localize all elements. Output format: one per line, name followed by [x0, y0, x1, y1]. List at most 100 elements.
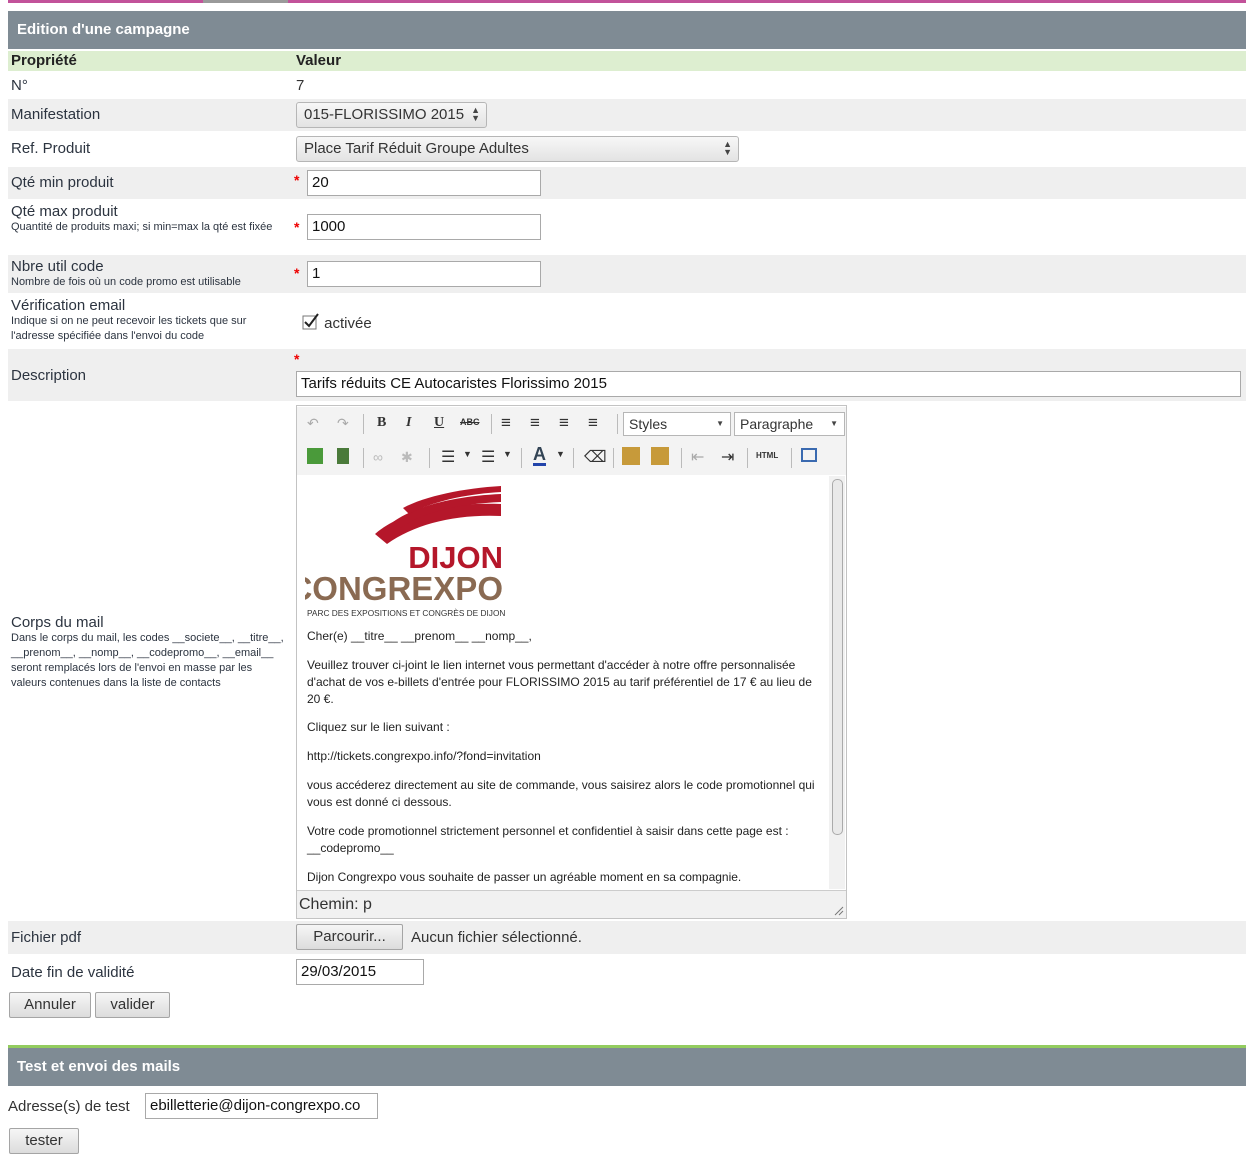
redo-icon[interactable]: ↷	[337, 415, 349, 432]
select-arrows-icon: ▲ ▼	[723, 139, 732, 157]
ref-product-select-value: Place Tarif Réduit Groupe Adultes	[304, 140, 529, 157]
row-qty-min: Qté min produit * 20	[8, 167, 1246, 199]
qty-min-label: Qté min produit	[11, 174, 114, 191]
checkbox-checked-icon	[302, 313, 319, 330]
row-number: N° 7	[8, 73, 1246, 99]
required-marker: *	[294, 219, 300, 235]
mail-paragraph: Votre code promotionnel strictement pers…	[307, 824, 789, 855]
test-address-label: Adresse(s) de test	[8, 1098, 130, 1115]
pdf-label: Fichier pdf	[11, 929, 82, 946]
description-input[interactable]: Tarifs réduits CE Autocaristes Florissim…	[296, 371, 1241, 397]
chevron-down-icon[interactable]: ▼	[556, 449, 565, 459]
link-icon[interactable]: ∞	[373, 449, 383, 465]
outdent-icon[interactable]: ⇤	[691, 447, 704, 467]
text-color-icon[interactable]: A	[533, 445, 546, 466]
cancel-button[interactable]: Annuler	[9, 992, 91, 1018]
scrollbar-thumb[interactable]	[832, 479, 843, 835]
email-verif-help: Indique si on ne peut recevoir les ticke…	[11, 315, 247, 342]
numbered-list-icon[interactable]: ☰	[481, 447, 495, 467]
browse-button[interactable]: Parcourir...	[296, 924, 403, 950]
editor-content[interactable]: DIJON CONGREXPO PARC DES EXPOSITIONS ET …	[297, 476, 828, 889]
align-left-icon[interactable]: ≡	[501, 413, 511, 433]
strikethrough-icon[interactable]: ABC	[460, 417, 480, 427]
chevron-down-icon[interactable]: ▼	[463, 449, 472, 459]
resize-grip-icon[interactable]	[832, 904, 844, 916]
underline-icon[interactable]: U	[434, 415, 444, 431]
editor-scrollbar[interactable]	[829, 476, 845, 889]
logo-tagline: PARC DES EXPOSITIONS ET CONGRÈS DE DIJON	[307, 608, 505, 618]
logo-line2: CONGREXPO	[305, 570, 503, 607]
eraser-icon[interactable]: ⌫	[584, 447, 607, 467]
row-manifestation: Manifestation 015-FLORISSIMO 2015 ▲ ▼	[8, 99, 1246, 131]
code-uses-label: Nbre util code	[11, 258, 104, 275]
undo-icon[interactable]: ↶	[307, 415, 319, 432]
ref-label: Ref. Produit	[11, 140, 91, 157]
mail-paragraph: Cher(e) __titre__ __prenom__ __nomp__,	[307, 629, 532, 643]
description-label: Description	[11, 367, 87, 384]
select-arrows-icon: ▲ ▼	[471, 105, 480, 123]
styles-select[interactable]: Styles ▼	[623, 412, 731, 436]
required-marker: *	[294, 351, 300, 367]
mail-paragraph: Dijon Congrexpo vous souhaite de passer …	[307, 870, 742, 884]
email-verif-label: Vérification email	[11, 297, 126, 314]
code-uses-input[interactable]: 1	[307, 261, 541, 287]
qty-max-input[interactable]: 1000	[307, 214, 541, 240]
test-panel-title: Test et envoi des mails	[8, 1048, 1246, 1086]
code-uses-help: Nombre de fois où un code promo est util…	[11, 276, 241, 288]
styles-select-value: Styles	[629, 416, 668, 432]
indent-icon[interactable]: ⇥	[721, 447, 734, 467]
row-pdf-file: Fichier pdf Parcourir... Aucun fichier s…	[8, 921, 1246, 954]
align-justify-icon[interactable]: ≡	[588, 413, 598, 433]
align-center-icon[interactable]: ≡	[530, 413, 540, 433]
end-date-label: Date fin de validité	[11, 964, 135, 981]
required-marker: *	[294, 265, 300, 281]
row-email-verification: Vérification email Indique si on ne peut…	[8, 293, 1246, 349]
manifestation-label: Manifestation	[11, 106, 101, 123]
submit-button[interactable]: valider	[95, 992, 170, 1018]
format-select[interactable]: Paragraphe ▼	[734, 412, 845, 436]
manifestation-select[interactable]: 015-FLORISSIMO 2015 ▲ ▼	[296, 102, 487, 128]
bold-icon[interactable]: B	[377, 415, 386, 431]
editor-path: Chemin: p	[299, 896, 372, 913]
unlink-icon[interactable]: ✱	[401, 449, 413, 466]
mail-body-editor[interactable]: ↶ ↷ B I U ABC ≡ ≡ ≡ ≡ Styles ▼ Paragraph…	[296, 405, 847, 919]
paste-text-icon[interactable]	[622, 447, 640, 465]
header-value: Valeur	[296, 52, 342, 69]
qty-max-help: Quantité de produits maxi; si min=max la…	[11, 221, 273, 233]
table-header: Propriété Valeur	[8, 51, 1246, 71]
test-button[interactable]: tester	[9, 1128, 79, 1154]
align-right-icon[interactable]: ≡	[559, 413, 569, 433]
required-marker: *	[294, 172, 300, 188]
italic-icon[interactable]: I	[406, 415, 411, 431]
fullscreen-icon[interactable]	[801, 448, 817, 462]
bullet-list-icon[interactable]: ☰	[441, 447, 455, 467]
insert-image-icon[interactable]	[307, 448, 323, 464]
paste-word-icon[interactable]	[651, 447, 669, 465]
insert-media-icon[interactable]	[337, 448, 349, 464]
qty-max-label: Qté max produit	[11, 203, 118, 220]
mail-paragraph: http://tickets.congrexpo.info/?fond=invi…	[307, 749, 541, 763]
ref-product-select[interactable]: Place Tarif Réduit Groupe Adultes ▲ ▼	[296, 136, 739, 162]
qty-min-input[interactable]: 20	[307, 170, 541, 196]
email-verif-checkbox[interactable]: activée	[302, 313, 372, 332]
test-address-input[interactable]: ebilletterie@dijon-congrexpo.co	[145, 1093, 378, 1119]
body-help: Dans le corps du mail, les codes __socie…	[11, 632, 284, 689]
editor-path-bar: Chemin: p	[297, 890, 846, 918]
header-property: Propriété	[11, 52, 77, 69]
editor-toolbar-row-2: ∞ ✱ ☰ ▼ ☰ ▼ A ▼ ⌫ ⇤ ⇥ HTML	[297, 441, 846, 475]
number-label: N°	[11, 77, 28, 94]
row-ref-product: Ref. Produit Place Tarif Réduit Groupe A…	[8, 131, 1246, 167]
congrexpo-logo: DIJON CONGREXPO PARC DES EXPOSITIONS ET …	[305, 486, 505, 618]
chevron-down-icon: ▼	[716, 419, 724, 428]
chevron-down-icon[interactable]: ▼	[503, 449, 512, 459]
mail-paragraph: Cliquez sur le lien suivant :	[307, 720, 450, 734]
html-source-icon[interactable]: HTML	[756, 451, 778, 460]
chevron-down-icon: ▼	[830, 419, 838, 428]
row-qty-max: Qté max produit Quantité de produits max…	[8, 199, 1246, 255]
mail-paragraph: Veuillez trouver ci-joint le lien intern…	[307, 658, 812, 706]
end-date-input[interactable]: 29/03/2015	[296, 959, 424, 985]
row-description: Description * Tarifs réduits CE Autocari…	[8, 349, 1246, 401]
editor-toolbar-row-1: ↶ ↷ B I U ABC ≡ ≡ ≡ ≡ Styles ▼ Paragraph…	[297, 407, 846, 441]
campaign-panel-title: Edition d'une campagne	[8, 11, 1246, 49]
row-end-date: Date fin de validité 29/03/2015	[8, 954, 1246, 990]
